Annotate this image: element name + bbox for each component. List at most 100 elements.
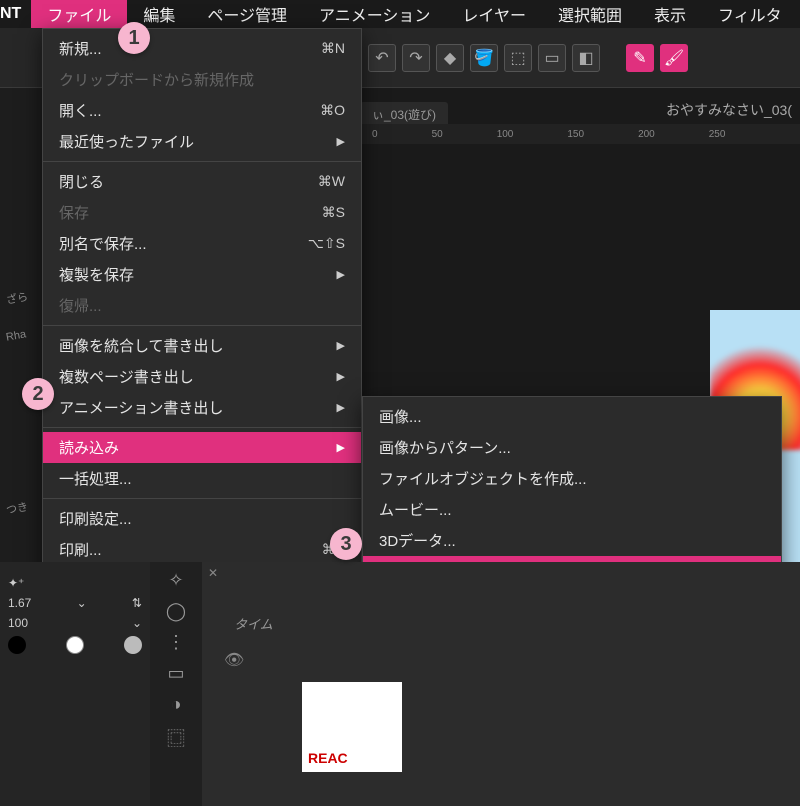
close-icon[interactable]: ✕ [208, 566, 218, 580]
menu-shortcut: ⌘O [320, 102, 345, 119]
brush-panel: ✦⁺ 1.67 ⌄ ⇅ 100 ⌄ [0, 562, 150, 806]
fill-icon[interactable]: 🪣 [470, 44, 498, 72]
menubar: NT ファイル 編集 ページ管理 アニメーション レイヤー 選択範囲 表示 フィ… [0, 0, 800, 28]
tool-icon[interactable]: ⿴ [167, 725, 185, 751]
menu-row[interactable]: 別名で保存...⌥⇧S [43, 228, 361, 259]
redo-icon[interactable]: ↷ [402, 44, 430, 72]
menu-row[interactable]: 読み込み▶ [43, 432, 361, 463]
menu-row: クリップボードから新規作成 [43, 64, 361, 95]
menu-row[interactable]: 画像からパターン... [363, 432, 781, 463]
menu-animation[interactable]: アニメーション [303, 0, 446, 30]
chevron-right-icon: ▶ [337, 441, 345, 454]
ruler: 0 50 100 150 200 250 [360, 124, 800, 144]
menu-row[interactable]: アニメーション書き出し▶ [43, 392, 361, 423]
timeline-panel: ✕ タイム 👁 REAC [202, 562, 800, 806]
swap-icon[interactable]: ⇅ [132, 596, 142, 610]
tool-column: ✧ ◯ ⋮ ▭ ◑ ⿴ [150, 562, 202, 806]
ruler-mark: 150 [567, 129, 584, 140]
menu-row-label: 画像からパターン... [379, 437, 765, 458]
menu-row-label: クリップボードから新規作成 [59, 69, 345, 90]
tool-icon[interactable]: ◯ [166, 601, 186, 622]
menu-row[interactable]: 複数ページ書き出し▶ [43, 361, 361, 392]
brush-opacity-value[interactable]: 100 [8, 616, 28, 630]
menu-shortcut: ⌘S [322, 204, 345, 221]
tool-icon[interactable]: ✧ [168, 570, 183, 591]
menu-view[interactable]: 表示 [638, 0, 702, 30]
menu-row[interactable]: 画像... [363, 401, 781, 432]
menu-row-label: ファイルオブジェクトを作成... [379, 468, 765, 489]
menu-row: 保存⌘S [43, 197, 361, 228]
menu-page[interactable]: ページ管理 [191, 0, 303, 30]
menu-row[interactable]: 3Dデータ... [363, 525, 781, 556]
menu-separator [43, 427, 361, 428]
chevron-down-icon[interactable]: ⌄ [132, 616, 142, 630]
undo-icon[interactable]: ↶ [368, 44, 396, 72]
brush-size-value[interactable]: 1.67 [8, 596, 31, 610]
ruler-mark: 50 [432, 129, 443, 140]
color-swatch-grey[interactable] [124, 636, 142, 654]
chevron-right-icon: ▶ [337, 401, 345, 414]
chevron-right-icon: ▶ [337, 268, 345, 281]
ruler-mark: 250 [709, 129, 726, 140]
ruler-mark: 0 [372, 129, 378, 140]
menu-file[interactable]: ファイル [31, 0, 127, 30]
menu-row-label: 印刷... [59, 539, 322, 560]
menu-row[interactable]: 最近使ったファイル▶ [43, 126, 361, 157]
tool-icon[interactable]: ⋮ [167, 632, 185, 653]
menu-row-label: 印刷設定... [59, 508, 345, 529]
chevron-right-icon: ▶ [337, 370, 345, 383]
menu-filter[interactable]: フィルタ [702, 0, 798, 30]
menu-row-label: 画像を統合して書き出し [59, 335, 337, 356]
menu-row-label: アニメーション書き出し [59, 397, 337, 418]
shape-icon[interactable]: ◧ [572, 44, 600, 72]
menu-separator [43, 325, 361, 326]
bottom-panels: ✦⁺ 1.67 ⌄ ⇅ 100 ⌄ ✧ ◯ ⋮ ▭ ◑ ⿴ ✕ タイム 👁 RE… [0, 562, 800, 806]
menu-row-label: 保存 [59, 202, 322, 223]
menu-row[interactable]: 開く...⌘O [43, 95, 361, 126]
menu-shortcut: ⌘N [321, 40, 345, 57]
brush-icon[interactable]: 🖌 [660, 44, 688, 72]
menu-row[interactable]: ファイルオブジェクトを作成... [363, 463, 781, 494]
menu-row[interactable]: 印刷...⌘P [43, 534, 361, 565]
tool-icon[interactable]: ▭ [167, 663, 184, 684]
diamond-icon[interactable]: ◆ [436, 44, 464, 72]
menu-row-label: 最近使ったファイル [59, 131, 337, 152]
menu-row[interactable]: 画像を統合して書き出し▶ [43, 330, 361, 361]
menu-row-label: 別名で保存... [59, 233, 308, 254]
menu-shortcut: ⌘W [318, 173, 345, 190]
menu-row-label: 複製を保存 [59, 264, 337, 285]
menu-row[interactable]: 新規...⌘N [43, 33, 361, 64]
menu-separator [43, 161, 361, 162]
file-dropdown[interactable]: 新規...⌘Nクリップボードから新規作成開く...⌘O最近使ったファイル▶閉じる… [42, 28, 362, 601]
chevron-down-icon[interactable]: ⌄ [77, 596, 87, 610]
project-title: おやすみなさい_03( [658, 92, 800, 128]
color-swatch-white[interactable] [66, 636, 84, 654]
menu-row[interactable]: ムービー... [363, 494, 781, 525]
chevron-right-icon: ▶ [337, 135, 345, 148]
menu-row-label: 3Dデータ... [379, 530, 765, 551]
menu-row-label: 新規... [59, 38, 321, 59]
ruler-mark: 200 [638, 129, 655, 140]
eye-icon[interactable]: 👁 [224, 650, 244, 670]
menu-selection[interactable]: 選択範囲 [542, 0, 638, 30]
chevron-right-icon: ▶ [337, 339, 345, 352]
color-swatch-black[interactable] [8, 636, 26, 654]
menu-row[interactable]: 複製を保存▶ [43, 259, 361, 290]
menu-row[interactable]: 印刷設定... [43, 503, 361, 534]
menu-layer[interactable]: レイヤー [446, 0, 542, 30]
menu-row[interactable]: 一括処理... [43, 463, 361, 494]
menu-row[interactable]: 閉じる⌘W [43, 166, 361, 197]
thumb-text: REAC [308, 750, 348, 766]
menu-row-label: 画像... [379, 406, 765, 427]
sparkle-icon[interactable]: ✦⁺ [8, 576, 24, 590]
app-name-fragment: NT [0, 5, 31, 23]
callout-2: 2 [22, 378, 54, 410]
frame-thumbnail[interactable]: REAC [302, 682, 402, 772]
crop-icon[interactable]: ⬚ [504, 44, 532, 72]
marquee-icon[interactable]: ▭ [538, 44, 566, 72]
menu-row-label: 閉じる [59, 171, 318, 192]
tool-icon[interactable]: ◑ [171, 694, 182, 715]
menu-row-label: 複数ページ書き出し [59, 366, 337, 387]
ruler-mark: 100 [497, 129, 514, 140]
pencil-icon[interactable]: ✎ [626, 44, 654, 72]
